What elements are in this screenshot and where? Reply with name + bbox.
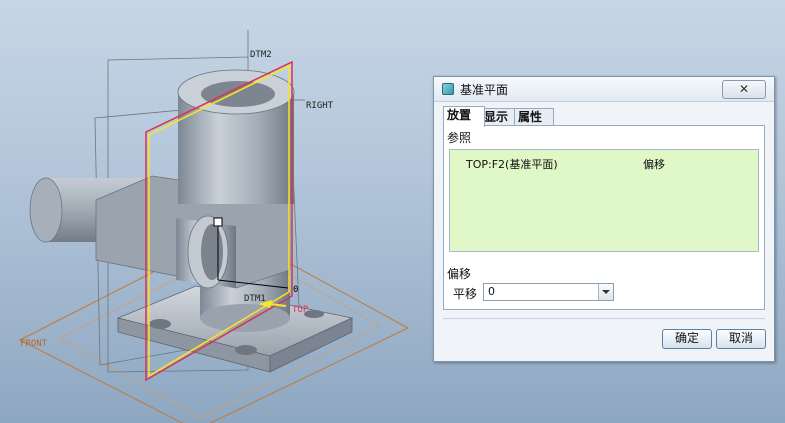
dialog-titlebar[interactable]: 基准平面 ✕ <box>434 77 774 102</box>
offset-value-combo[interactable]: 0 <box>483 283 614 301</box>
cancel-button[interactable]: 取消 <box>716 329 766 349</box>
front-label: FRONT <box>20 339 48 349</box>
reference-name: TOP:F2(基准平面) <box>466 158 558 171</box>
vertical-cylinder[interactable] <box>177 69 295 204</box>
ok-button[interactable]: 确定 <box>662 329 712 349</box>
reference-constraint[interactable]: 偏移 <box>643 156 665 172</box>
placement-panel: 参照 TOP:F2(基准平面) 偏移 偏移 平移 0 <box>443 125 765 310</box>
translate-label: 平移 <box>453 287 478 301</box>
tab-properties[interactable]: 属性 <box>514 108 554 126</box>
datum-plane-icon <box>442 83 454 95</box>
references-list[interactable]: TOP:F2(基准平面) 偏移 <box>449 149 759 252</box>
top-label: TOP <box>292 305 309 315</box>
offset-value: 0 <box>488 285 495 298</box>
tab-placement[interactable]: 放置 <box>443 106 485 127</box>
chevron-down-icon[interactable] <box>598 284 613 300</box>
dtm1-label: DTM1 <box>244 294 266 304</box>
offset-section-label: 偏移 <box>447 267 472 281</box>
close-icon: ✕ <box>738 82 750 96</box>
close-button[interactable]: ✕ <box>722 80 766 99</box>
dialog-title: 基准平面 <box>460 83 509 97</box>
right-label: RIGHT <box>306 101 334 111</box>
tab-display[interactable]: 显示 <box>480 108 518 126</box>
datum-plane-dialog: 基准平面 ✕ 放置 显示 属性 参照 TOP:F2(基准平面) 偏移 偏移 平移… <box>433 76 775 362</box>
offset-handle-value: 0 <box>293 285 298 295</box>
dtm2-label: DTM2 <box>250 50 272 60</box>
footer-divider <box>443 318 765 319</box>
references-label: 参照 <box>447 131 472 145</box>
